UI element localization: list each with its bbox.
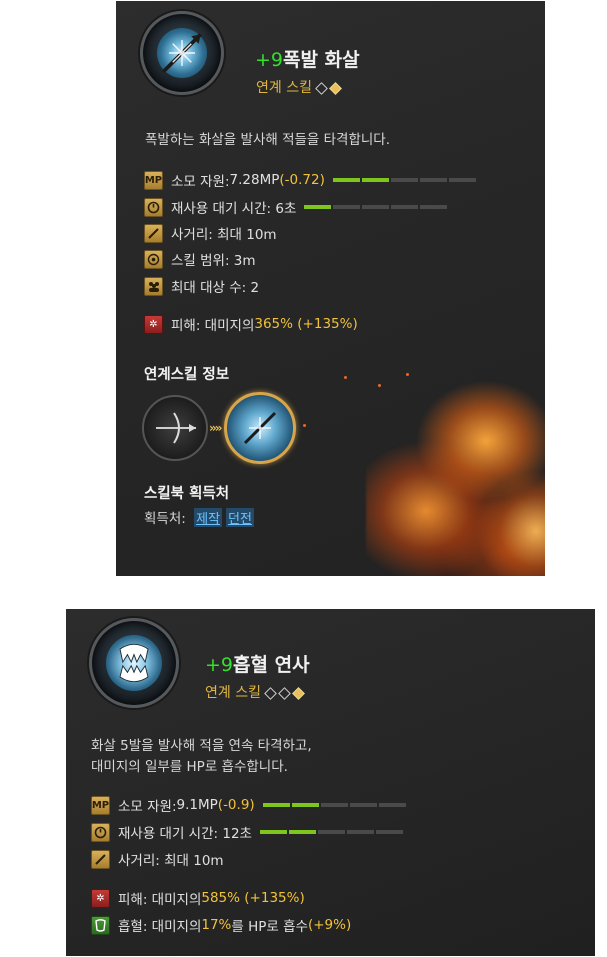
- range-icon: [91, 849, 110, 869]
- targets-text: 최대 대상 수: 2: [171, 280, 260, 296]
- stat-damage: ✲ 피해: 대미지의 365% (+135%): [144, 313, 358, 335]
- area-text: 스킬 범위: 3m: [171, 253, 256, 269]
- cooldown-text: 재사용 대기 시간: 6초: [171, 201, 297, 217]
- mp-delta: (-0.9): [217, 797, 255, 813]
- skillbook-source-heading: 스킬북 획득처: [144, 486, 230, 502]
- range-text: 사거리: 최대 10m: [171, 227, 277, 243]
- damage-delta: (+135%): [297, 316, 358, 332]
- fire-effect-decoration: [366, 381, 545, 576]
- stat-mp-cost: MP 소모 자원: 7.28MP (-0.72): [144, 169, 478, 191]
- area-icon: [144, 249, 163, 269]
- skill-title: +9흡혈 연사: [205, 650, 310, 677]
- skill-level: +9: [255, 49, 284, 71]
- stat-area: 스킬 범위: 3m: [144, 248, 256, 270]
- previous-combo-skill-icon[interactable]: [142, 395, 208, 461]
- damage-label: 피해: 대미지의: [171, 318, 255, 334]
- mp-label: 소모 자원:: [171, 174, 230, 190]
- skillbook-source: 획득처: 제작 던전: [144, 507, 254, 527]
- stat-cooldown: 재사용 대기 시간: 6초: [144, 196, 449, 218]
- lifesteal-icon: [91, 915, 110, 935]
- skill-type-label: 연계 스킬: [205, 685, 261, 701]
- skill-description: 화살 5발을 발사해 적을 연속 타격하고, 대미지의 일부를 HP로 흡수합니…: [91, 736, 312, 778]
- stat-range: 사거리: 최대 10m: [91, 848, 224, 870]
- mp-value: 7.28MP: [229, 172, 280, 188]
- explosive-arrow-skill-icon: [140, 11, 224, 95]
- lifesteal-value: 17%: [201, 917, 232, 933]
- damage-value: 365%: [254, 316, 293, 332]
- skill-description-line: 대미지의 일부를 HP로 흡수합니다.: [91, 759, 288, 775]
- combo-step-diamond-icon: [264, 686, 277, 700]
- spark-decoration: [406, 373, 409, 376]
- current-combo-skill-icon[interactable]: [224, 392, 296, 464]
- vampiric-barrage-skill-icon: [89, 618, 179, 708]
- skill-type-label: 연계 스킬: [256, 80, 312, 96]
- combo-step-diamond-icon: [278, 686, 291, 700]
- mp-delta: (-0.72): [279, 172, 325, 188]
- lifesteal-mid: 를 HP로 흡수: [231, 919, 308, 935]
- damage-icon: ✲: [144, 314, 163, 334]
- skill-tooltip-explosive-arrow: +9폭발 화살 연계 스킬 폭발하는 화살을 발사해 적들을 타격합니다. MP…: [116, 1, 545, 576]
- mp-icon: MP: [144, 170, 163, 190]
- combo-step-active-diamond-icon: [292, 686, 305, 700]
- skill-name: 흡혈 연사: [233, 654, 310, 676]
- cooldown-text: 재사용 대기 시간: 12초: [118, 826, 252, 842]
- skill-description-line: 화살 5발을 발사해 적을 연속 타격하고,: [91, 738, 312, 754]
- source-link-craft[interactable]: 제작: [194, 508, 223, 527]
- cooldown-gauge: [259, 830, 405, 834]
- stat-cooldown: 재사용 대기 시간: 12초: [91, 821, 405, 843]
- cooldown-gauge: [304, 205, 449, 209]
- range-icon: [144, 223, 163, 243]
- mp-icon: MP: [91, 795, 110, 815]
- combo-step-diamond-icon: [315, 81, 328, 95]
- combo-arrow-icon: »»: [209, 421, 222, 435]
- damage-delta: (+135%): [244, 890, 305, 906]
- lifesteal-delta: (+9%): [307, 917, 352, 933]
- skill-tooltip-vampiric-barrage: +9흡혈 연사 연계 스킬 화살 5발을 발사해 적을 연속 타격하고, 대미지…: [66, 609, 595, 956]
- skill-type: 연계 스킬: [205, 682, 305, 702]
- mp-gauge: [262, 803, 408, 807]
- mp-label: 소모 자원:: [118, 799, 177, 815]
- stat-damage: ✲ 피해: 대미지의 585% (+135%): [91, 887, 305, 909]
- mp-value: 9.1MP: [176, 797, 218, 813]
- damage-icon: ✲: [91, 888, 110, 908]
- spark-decoration: [303, 424, 306, 427]
- lifesteal-label: 흡혈: 대미지의: [118, 919, 202, 935]
- skill-level: +9: [205, 654, 234, 676]
- range-text: 사거리: 최대 10m: [118, 853, 224, 869]
- skill-title: +9폭발 화살: [255, 45, 360, 72]
- combo-step-active-diamond-icon: [329, 81, 342, 95]
- combo-info-heading: 연계스킬 정보: [144, 367, 230, 383]
- spark-decoration: [344, 376, 347, 379]
- cooldown-icon: [144, 197, 163, 217]
- cooldown-icon: [91, 822, 110, 842]
- damage-value: 585%: [201, 890, 240, 906]
- spark-decoration: [378, 384, 381, 387]
- stat-range: 사거리: 최대 10m: [144, 222, 277, 244]
- mp-gauge: [332, 178, 478, 182]
- source-link-dungeon[interactable]: 던전: [226, 508, 254, 527]
- skill-name: 폭발 화살: [283, 49, 360, 71]
- source-label: 획득처:: [144, 511, 191, 527]
- skill-description: 폭발하는 화살을 발사해 적들을 타격합니다.: [145, 132, 391, 148]
- stat-targets: 최대 대상 수: 2: [144, 275, 259, 297]
- damage-label: 피해: 대미지의: [118, 892, 202, 908]
- stat-mp-cost: MP 소모 자원: 9.1MP (-0.9): [91, 794, 408, 816]
- stat-lifesteal: 흡혈: 대미지의 17% 를 HP로 흡수 (+9%): [91, 914, 351, 936]
- targets-icon: [144, 276, 163, 296]
- skill-type: 연계 스킬: [256, 77, 342, 97]
